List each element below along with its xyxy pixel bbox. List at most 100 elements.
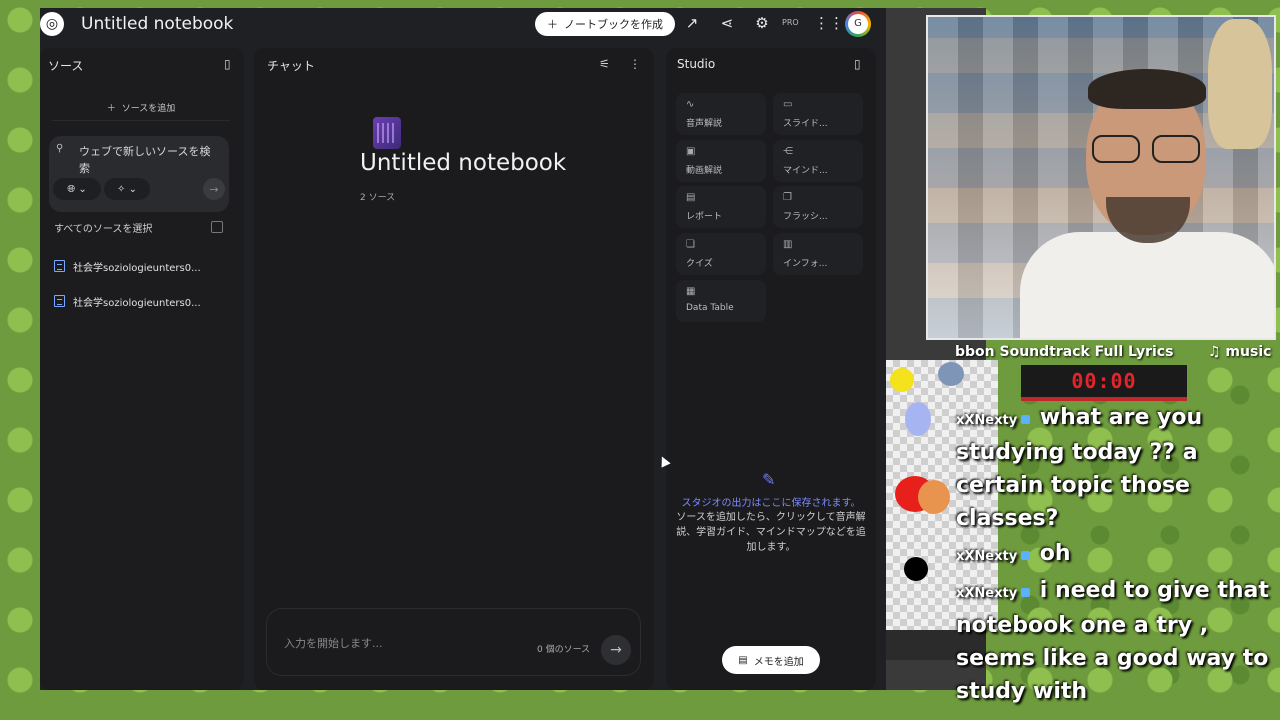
chat-message: xXNexty what are you studying today ?? a…: [956, 402, 1274, 536]
notebook-source-count: 2 ソース: [360, 193, 396, 203]
stream-chat: xXNexty what are you studying today ?? a…: [956, 402, 1274, 711]
studio-empty-title: スタジオの出力はここに保存されます。: [681, 498, 861, 509]
add-source-label: ソースを追加: [121, 104, 176, 114]
chat-message: xXNexty i need to give that notebook one…: [956, 575, 1274, 709]
web-source-chip[interactable]: 🌐︎ ⌄: [53, 178, 101, 200]
select-all-label: すべてのソースを選択: [54, 224, 153, 235]
notebook-heading: Untitled notebook: [360, 150, 567, 176]
chat-input-box[interactable]: 入力を開始します... 0 個のソース →: [266, 608, 641, 676]
studio-tile-quiz[interactable]: ❏ クイズ: [676, 233, 766, 275]
studio-tile-report[interactable]: ▤ レポート: [676, 186, 766, 228]
studio-empty-description: ソースを追加したら、クリックして音声解説、学習ガイド、マインドマップなどを追加し…: [676, 512, 866, 553]
report-icon: ▤: [686, 192, 696, 203]
quiz-icon: ❏: [686, 239, 695, 250]
apps-grid-icon[interactable]: ⋮⋮: [814, 14, 844, 32]
paint-swatch: [890, 368, 914, 392]
studio-tile-infographic[interactable]: ▥ インフォ...: [773, 233, 863, 275]
chat-username: xXNexty: [956, 413, 1018, 428]
paint-swatch: [938, 362, 964, 386]
research-mode-chip[interactable]: ✧ ⌄: [104, 178, 150, 200]
more-vert-icon[interactable]: ⋮: [629, 57, 641, 71]
studio-tile-slides[interactable]: ▭ スライド...: [773, 93, 863, 135]
badge-icon: [1021, 588, 1031, 597]
table-icon: ▦: [686, 286, 696, 297]
studio-panel: Studio ▯ ∿ 音声解説 ▭ スライド... ▣ 動画解説 ⋲ マインド.…: [666, 48, 876, 690]
studio-tile-label: マインド...: [783, 166, 828, 176]
infographic-icon: ▥: [783, 239, 793, 250]
chat-message-text: oh: [1039, 541, 1071, 566]
studio-tile-data-table[interactable]: ▦ Data Table: [676, 280, 766, 322]
source-item[interactable]: 社会学soziologieunters0...: [54, 293, 229, 309]
webcam-overlay: [926, 15, 1276, 340]
flashcards-icon: ❐: [783, 192, 792, 203]
paint-swatch: [904, 557, 928, 581]
source-item[interactable]: 社会学soziologieunters0...: [54, 258, 229, 274]
studio-tile-label: インフォ...: [783, 259, 828, 269]
studio-tile-label: 音声解説: [686, 119, 723, 129]
streamer-body: [1020, 232, 1274, 338]
magic-wand-icon: ✎: [762, 470, 776, 489]
studio-tile-flashcards[interactable]: ❐ フラッシ...: [773, 186, 863, 228]
add-memo-button[interactable]: ▤ メモを追加: [722, 646, 820, 674]
share-icon[interactable]: ⋖: [717, 14, 737, 32]
paint-swatch: [905, 402, 931, 436]
glasses: [1088, 135, 1208, 163]
send-button[interactable]: →: [601, 635, 631, 665]
studio-tile-audio[interactable]: ∿ 音声解説: [676, 93, 766, 135]
music-label: ♫ music: [1208, 344, 1272, 360]
slides-icon: ▭: [783, 99, 793, 110]
chat-source-count: 0 個のソース: [537, 645, 591, 655]
create-notebook-button[interactable]: ＋ ノートブックを作成: [535, 12, 675, 36]
globe-icon: 🌐︎ ⌄: [67, 183, 87, 195]
plus-icon: ＋: [547, 18, 558, 31]
top-bar: ◎ Untitled notebook ＋ ノートブックを作成 ↗ ⋖ ⚙ PR…: [40, 8, 886, 40]
studio-title: Studio: [677, 57, 716, 71]
plus-icon: ＋: [106, 104, 116, 114]
analytics-icon[interactable]: ↗: [682, 14, 702, 32]
search-icon: ⚲: [56, 143, 64, 154]
notebook-emoji-icon: [373, 117, 401, 149]
waveform-icon: ∿: [686, 99, 695, 110]
web-source-search[interactable]: ⚲ ウェブで新しいソースを検索 🌐︎ ⌄ ✧ ⌄ →: [49, 136, 229, 212]
chat-username: xXNexty: [956, 549, 1018, 564]
collapse-panel-icon[interactable]: ▯: [224, 57, 231, 71]
create-notebook-label: ノートブックを作成: [564, 18, 663, 31]
note-icon: ▤: [738, 654, 748, 666]
source-item-label: 社会学soziologieunters0...: [73, 262, 201, 274]
pro-badge: PRO: [782, 18, 799, 27]
paint-swatch: [918, 480, 950, 514]
notebook-title[interactable]: Untitled notebook: [81, 14, 233, 34]
video-icon: ▣: [686, 146, 696, 157]
chat-username: xXNexty: [956, 586, 1018, 601]
add-source-button[interactable]: ＋ ソースを追加: [52, 95, 230, 121]
fast-research-icon: ✧ ⌄: [117, 183, 137, 195]
studio-tile-label: フラッシ...: [783, 212, 828, 222]
mindmap-icon: ⋲: [783, 146, 793, 157]
document-icon: [54, 260, 65, 272]
studio-tile-video[interactable]: ▣ 動画解説: [676, 140, 766, 182]
document-icon: [54, 295, 65, 307]
search-input[interactable]: ウェブで新しいソースを検索: [79, 143, 219, 177]
tune-icon[interactable]: ⚟: [599, 57, 610, 71]
studio-tile-label: 動画解説: [686, 166, 723, 176]
badge-icon: [1021, 415, 1031, 424]
collapse-panel-icon[interactable]: ▯: [854, 57, 861, 71]
timer-value: 00:00: [1071, 369, 1137, 393]
select-all-checkbox[interactable]: [211, 221, 223, 233]
chat-panel: チャット ⚟ ⋮ Untitled notebook 2 ソース 入力を開始しま…: [254, 48, 654, 690]
app-logo-icon[interactable]: ◎: [40, 12, 64, 36]
notebook-app: ◎ Untitled notebook ＋ ノートブックを作成 ↗ ⋖ ⚙ PR…: [40, 8, 886, 690]
chat-title: チャット: [267, 59, 315, 73]
source-item-label: 社会学soziologieunters0...: [73, 297, 201, 309]
sources-title: ソース: [48, 59, 84, 73]
search-submit-button[interactable]: →: [203, 178, 225, 200]
sources-panel: ソース ▯ ＋ ソースを追加 ⚲ ウェブで新しいソースを検索 🌐︎ ⌄ ✧ ⌄ …: [40, 48, 244, 690]
chat-input[interactable]: 入力を開始します...: [284, 635, 383, 651]
studio-tile-label: クイズ: [686, 259, 713, 269]
chat-message: xXNexty oh: [956, 538, 1274, 573]
avatar[interactable]: G: [845, 11, 871, 37]
studio-tile-mindmap[interactable]: ⋲ マインド...: [773, 140, 863, 182]
badge-icon: [1021, 551, 1031, 560]
studio-tile-label: レポート: [686, 212, 723, 222]
settings-icon[interactable]: ⚙: [752, 14, 772, 32]
